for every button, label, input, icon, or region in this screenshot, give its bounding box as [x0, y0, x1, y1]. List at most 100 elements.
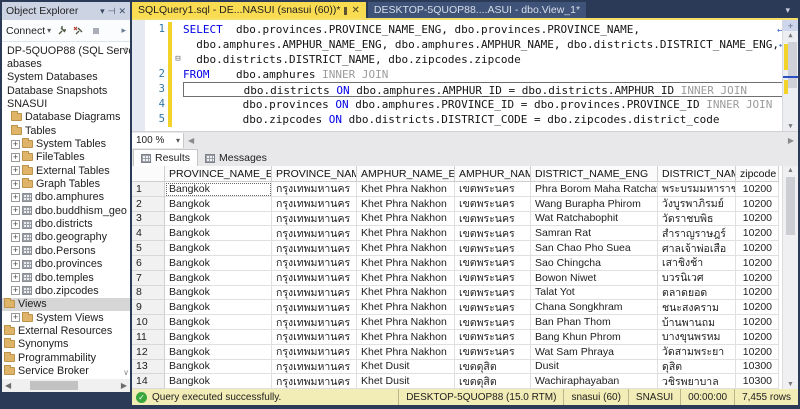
grid-cell[interactable]: 10200 — [736, 212, 779, 227]
grid-cell[interactable]: Bangkok — [165, 241, 272, 256]
grid-cell[interactable]: พระบรมมหาราชวัง — [658, 182, 736, 197]
grid-cell[interactable]: 10200 — [736, 315, 779, 330]
expand-icon[interactable]: + — [11, 153, 20, 162]
grid-cell[interactable]: 10200 — [736, 300, 779, 315]
row-header-cell[interactable]: 10 — [132, 315, 165, 330]
document-tab[interactable]: DESKTOP-5QUOP88....ASUI - dbo.View_1* — [368, 2, 586, 18]
tree-item[interactable]: +dbo.Persons — [2, 244, 130, 257]
grid-cell[interactable]: เขตพระนคร — [455, 300, 531, 315]
grid-cell[interactable]: เขตพระนคร — [455, 241, 531, 256]
grid-cell[interactable]: 10200 — [736, 330, 779, 345]
grid-cell[interactable]: Bangkok — [165, 360, 272, 375]
grid-cell[interactable]: Bangkok — [165, 300, 272, 315]
expand-icon[interactable]: + — [11, 206, 20, 215]
row-header-cell[interactable]: 11 — [132, 330, 165, 345]
tree-item[interactable]: +FileTables — [2, 151, 130, 164]
row-header-cell[interactable]: 7 — [132, 271, 165, 286]
grid-cell[interactable]: 10300 — [736, 374, 779, 389]
grid-cell[interactable]: กรุงเทพมหานคร — [272, 182, 357, 197]
grid-vscrollbar[interactable]: ▲ ▼ — [782, 166, 798, 389]
grid-cell[interactable]: Khet Phra Nakhon — [357, 271, 455, 286]
connect-button[interactable]: Connect ▾ — [6, 25, 51, 37]
grid-cell[interactable]: วังบูรพาภิรมย์ — [658, 197, 736, 212]
grid-cell[interactable]: Bangkok — [165, 197, 272, 212]
scroll-right-icon[interactable]: ▶ — [121, 381, 127, 390]
grid-cell[interactable]: Samran Rat — [531, 226, 658, 241]
grid-cell[interactable]: เขตพระนคร — [455, 286, 531, 301]
grid-cell[interactable]: Khet Phra Nakhon — [357, 241, 455, 256]
grid-cell[interactable]: วชิรพยาบาล — [658, 374, 736, 389]
tree-item[interactable]: +System Tables — [2, 137, 130, 150]
code-lines[interactable]: 1SELECT dbo.provinces.PROVINCE_NAME_ENG,… — [145, 22, 783, 127]
grid-cell[interactable]: Bangkok — [165, 256, 272, 271]
grid-cell[interactable]: กรุงเทพมหานคร — [272, 241, 357, 256]
grid-cell[interactable]: กรุงเทพมหานคร — [272, 256, 357, 271]
row-header-cell[interactable]: 6 — [132, 256, 165, 271]
grid-cell[interactable]: เขตพระนคร — [455, 212, 531, 227]
grid-cell[interactable]: Bangkok — [165, 315, 272, 330]
grid-cell[interactable]: Khet Phra Nakhon — [357, 330, 455, 345]
scroll-right-icon[interactable]: ▶ — [788, 136, 794, 145]
grid-cell[interactable]: 10200 — [736, 241, 779, 256]
expand-icon[interactable]: + — [11, 286, 20, 295]
editor-vscrollbar[interactable]: ✛ ▲ ▼ — [782, 20, 798, 131]
grid-cell[interactable]: Bangkok — [165, 286, 272, 301]
expand-icon[interactable]: + — [11, 140, 20, 149]
grid-cell[interactable]: Khet Phra Nakhon — [357, 300, 455, 315]
grid-cell[interactable]: Khet Phra Nakhon — [357, 286, 455, 301]
grid-cell[interactable]: Bangkok — [165, 226, 272, 241]
row-header-cell[interactable]: 4 — [132, 226, 165, 241]
tree-item[interactable]: Tables — [2, 124, 130, 137]
toolbar-overflow-icon[interactable]: ▸ — [121, 25, 126, 36]
code-text[interactable]: dbo.provinces ON dbo.amphures.PROVINCE_I… — [183, 97, 783, 112]
scroll-up-icon[interactable]: ▲ — [788, 31, 792, 40]
grid-cell[interactable]: 10200 — [736, 345, 779, 360]
grid-cell[interactable]: เขตพระนคร — [455, 271, 531, 286]
tree-item[interactable]: +dbo.zipcodes — [2, 284, 130, 297]
tree-item[interactable]: Database Snapshots — [2, 84, 130, 97]
object-explorer-hscrollbar[interactable]: ◀ ▶ — [2, 379, 130, 392]
grid-cell[interactable]: Wang Burapha Phirom — [531, 197, 658, 212]
column-header[interactable]: DISTRICT_NAME — [658, 166, 736, 182]
grid-cell[interactable]: ดุสิต — [658, 360, 736, 375]
expand-icon[interactable]: + — [11, 180, 20, 189]
code-line[interactable]: ⊟ dbo.districts.DISTRICT_NAME, dbo.zipco… — [145, 52, 783, 67]
window-menu-icon[interactable]: ▾ — [100, 6, 105, 17]
disconnect-server-icon[interactable] — [73, 25, 85, 37]
grid-cell[interactable]: Sao Chingcha — [531, 256, 658, 271]
vscroll-thumb[interactable] — [788, 42, 797, 88]
grid-cell[interactable]: เขตพระนคร — [455, 315, 531, 330]
grid-cell[interactable]: กรุงเทพมหานคร — [272, 330, 357, 345]
code-text[interactable]: dbo.zipcodes ON dbo.districts.DISTRICT_C… — [183, 112, 783, 127]
grid-cell[interactable]: ตลาดยอด — [658, 286, 736, 301]
results-tab[interactable]: Results — [133, 149, 198, 166]
scroll-left-icon[interactable]: ◀ — [5, 381, 11, 390]
tree-item[interactable]: Views — [2, 298, 130, 311]
grid-cell[interactable]: Khet Phra Nakhon — [357, 256, 455, 271]
pin-icon[interactable] — [344, 7, 347, 15]
expand-icon[interactable]: + — [11, 166, 20, 175]
grid-cell[interactable]: Bangkok — [165, 330, 272, 345]
grid-cell[interactable]: เขตพระนคร — [455, 182, 531, 197]
row-header-cell[interactable]: 2 — [132, 197, 165, 212]
tree-item[interactable]: Synonyms — [2, 338, 130, 351]
row-header-cell[interactable]: 5 — [132, 241, 165, 256]
tree-item[interactable]: +System Views — [2, 311, 130, 324]
row-header-cell[interactable]: 13 — [132, 360, 165, 375]
expand-icon[interactable]: + — [11, 273, 20, 282]
grid-cell[interactable]: กรุงเทพมหานคร — [272, 300, 357, 315]
expand-icon[interactable]: + — [11, 246, 20, 255]
expand-icon[interactable]: + — [11, 313, 20, 322]
grid-cell[interactable]: เขตดุสิต — [455, 374, 531, 389]
grid-cell[interactable]: เขตพระนคร — [455, 226, 531, 241]
grid-cell[interactable]: Wat Sam Phraya — [531, 345, 658, 360]
row-header-cell[interactable]: 14 — [132, 374, 165, 389]
tree-item[interactable]: +dbo.provinces — [2, 258, 130, 271]
grid-cell[interactable]: กรุงเทพมหานคร — [272, 374, 357, 389]
code-line[interactable]: dbo.amphures.AMPHUR_NAME_ENG, dbo.amphur… — [145, 37, 783, 52]
grid-cell[interactable]: บางขุนพรหม — [658, 330, 736, 345]
code-text[interactable]: dbo.districts.DISTRICT_NAME, dbo.zipcode… — [183, 52, 783, 67]
scroll-up-icon[interactable]: ▲ — [787, 166, 794, 175]
grid-cell[interactable]: Bangkok — [165, 212, 272, 227]
row-header-cell[interactable]: 12 — [132, 345, 165, 360]
